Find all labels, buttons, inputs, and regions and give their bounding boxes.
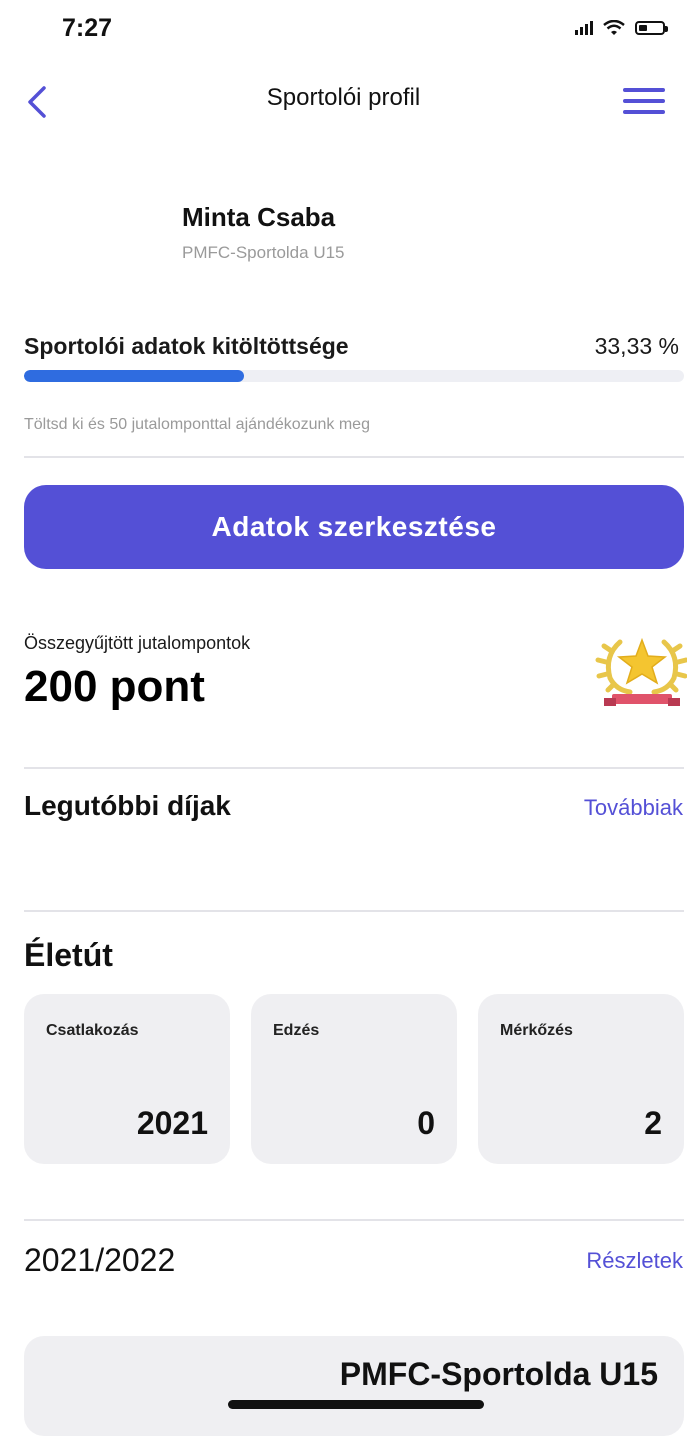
stat-value: 2 <box>644 1105 662 1141</box>
battery-icon <box>635 21 668 35</box>
profile-name: Minta Csaba <box>182 202 336 232</box>
divider <box>24 1219 684 1221</box>
season-team-name: PMFC-Sportolda U15 <box>339 1356 658 1392</box>
completion-progress-bar <box>24 370 684 382</box>
divider <box>24 910 684 912</box>
hamburger-menu-icon[interactable] <box>623 88 665 122</box>
stat-value: 0 <box>417 1105 435 1141</box>
completion-progress-fill <box>24 370 244 382</box>
season-details-link[interactable]: Részletek <box>586 1248 683 1274</box>
edit-data-button[interactable]: Adatok szerkesztése <box>24 485 684 569</box>
season-team-card[interactable]: PMFC-Sportolda U15 <box>24 1336 684 1436</box>
points-label: Összegyűjtött jutalompontok <box>24 633 251 653</box>
completion-hint: Töltsd ki és 50 jutalomponttal ajándékoz… <box>24 416 370 433</box>
stat-card-joined: Csatlakozás 2021 <box>24 994 230 1164</box>
awards-more-link[interactable]: Továbbiak <box>584 795 683 821</box>
stat-label: Edzés <box>273 1022 320 1039</box>
profile-team: PMFC-Sportolda U15 <box>182 243 345 262</box>
stat-card-trainings: Edzés 0 <box>251 994 457 1164</box>
completion-label: Sportolói adatok kitöltöttsége <box>24 333 349 359</box>
awards-title: Legutóbbi díjak <box>24 790 231 821</box>
home-indicator[interactable] <box>228 1400 484 1409</box>
avatar[interactable] <box>20 170 150 300</box>
star-laurel-icon <box>595 637 687 706</box>
divider <box>24 456 684 458</box>
wifi-icon <box>603 20 625 35</box>
completion-percent: 33,33 % <box>594 333 679 359</box>
divider <box>24 767 684 769</box>
stat-card-matches: Mérkőzés 2 <box>478 994 684 1164</box>
status-icons <box>575 20 668 36</box>
points-value: 200 pont <box>24 662 205 711</box>
status-time: 7:27 <box>62 14 113 42</box>
signal-icon <box>575 21 593 35</box>
stat-label: Mérkőzés <box>500 1022 573 1039</box>
stat-value: 2021 <box>136 1105 208 1141</box>
page-title: Sportolói profil <box>266 84 421 111</box>
stat-label: Csatlakozás <box>46 1022 139 1039</box>
career-title: Életút <box>24 937 113 973</box>
season-title: 2021/2022 <box>24 1242 176 1278</box>
